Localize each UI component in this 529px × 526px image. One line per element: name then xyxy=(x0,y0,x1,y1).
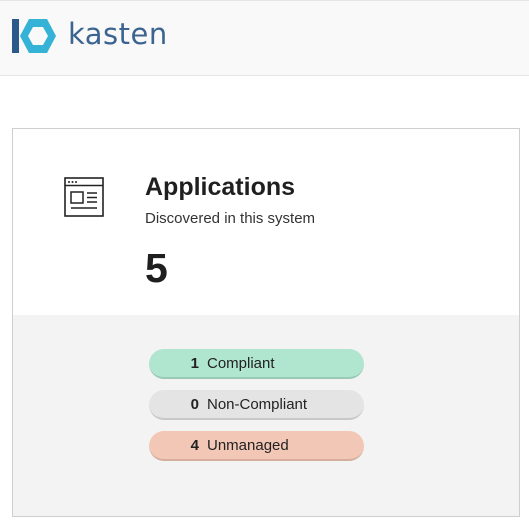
compliant-count: 1 xyxy=(190,354,199,372)
unmanaged-count: 4 xyxy=(190,436,199,454)
compliance-breakdown: 1 Compliant 0 Non-Compliant 4 Unmanaged xyxy=(13,315,519,516)
non-compliant-status-pill[interactable]: 0 Non-Compliant xyxy=(149,390,364,420)
card-title: Applications xyxy=(145,173,296,201)
card-subtitle: Discovered in this system xyxy=(145,210,316,227)
unmanaged-status-pill[interactable]: 4 Unmanaged xyxy=(149,431,364,461)
kasten-logo[interactable]: kasten xyxy=(12,18,168,54)
applications-count: 5 xyxy=(145,245,168,291)
unmanaged-label: Unmanaged xyxy=(207,436,289,454)
logo-wordmark: kasten xyxy=(68,16,168,51)
applications-card[interactable]: Applications Discovered in this system 5… xyxy=(12,128,520,517)
non-compliant-label: Non-Compliant xyxy=(207,395,308,413)
compliant-status-pill[interactable]: 1 Compliant xyxy=(149,349,364,379)
non-compliant-count: 0 xyxy=(190,395,199,413)
kasten-logo-icon xyxy=(12,19,56,53)
top-header: kasten xyxy=(0,0,529,76)
compliant-label: Compliant xyxy=(207,354,275,372)
application-window-icon xyxy=(64,177,104,222)
card-summary: Applications Discovered in this system 5 xyxy=(13,129,519,315)
